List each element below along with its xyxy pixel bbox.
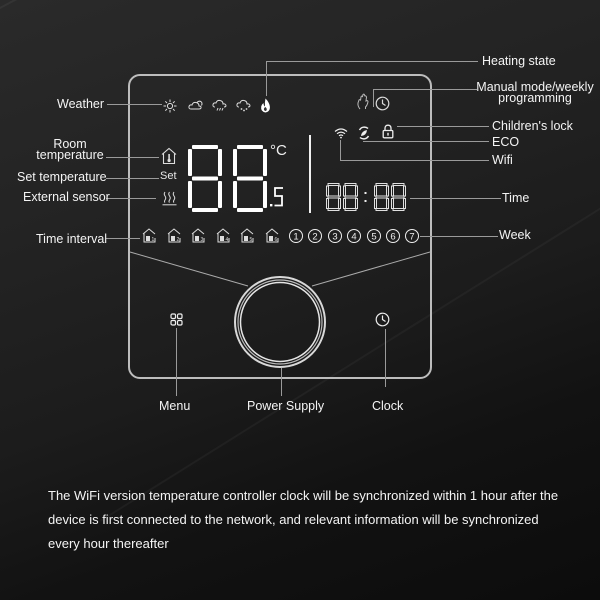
time-interval-icon: 2 <box>167 228 180 243</box>
set-temp-leader-line <box>106 178 159 179</box>
label-external-sensor: External sensor <box>23 190 110 204</box>
manual-leader-line <box>373 89 374 107</box>
week-day-5: 5 <box>366 229 381 243</box>
week-day-2: 2 <box>308 229 323 243</box>
wifi-leader-line <box>340 160 489 161</box>
week-day-6: 6 <box>386 229 400 243</box>
flame-icon <box>261 98 270 113</box>
rain-icon <box>212 99 227 111</box>
snow-icon <box>236 99 251 112</box>
week-day-4: 4 <box>347 229 362 243</box>
manual-leader-line <box>373 89 477 90</box>
label-wifi: Wifi <box>492 153 513 167</box>
lock-leader-line <box>397 126 489 127</box>
eco-icon <box>358 126 370 140</box>
svg-text:4: 4 <box>352 231 357 242</box>
wifi-icon <box>334 128 348 139</box>
wifi-leader-line <box>340 140 341 160</box>
label-eco: ECO <box>492 135 520 149</box>
svg-text:6: 6 <box>274 237 277 243</box>
external-sensor-icon <box>162 191 177 206</box>
label-weather: Weather <box>57 97 105 111</box>
label-clock: Clock <box>372 399 404 413</box>
week-day-1: 1 <box>289 229 303 243</box>
sun-icon <box>163 99 177 113</box>
ext-sensor-leader-line <box>106 198 156 199</box>
temperature-display <box>188 145 267 212</box>
svg-text:2: 2 <box>313 231 318 242</box>
clock-leader-line <box>385 329 386 387</box>
time-interval-icon: 1 <box>142 228 156 243</box>
time-interval-icon: 6 <box>265 228 278 243</box>
menu-leader-line <box>176 328 177 396</box>
clock-weekly-icon <box>375 96 390 111</box>
clock-icon[interactable] <box>375 312 390 327</box>
hand-icon <box>357 93 369 110</box>
svg-text:5: 5 <box>371 231 376 242</box>
svg-text:6: 6 <box>390 231 395 242</box>
lock-icon <box>382 124 394 139</box>
temperature-decimal <box>270 187 283 207</box>
room-temperature-icon <box>161 147 177 165</box>
svg-text:1: 1 <box>152 237 155 243</box>
svg-text:2: 2 <box>176 237 179 243</box>
svg-text:3: 3 <box>201 237 204 243</box>
label-power-supply: Power Supply <box>247 399 325 413</box>
cloudy-icon <box>188 100 203 110</box>
weather-leader-line <box>107 104 162 105</box>
time-interval-icon: 3 <box>191 228 205 243</box>
week-day-3: 3 <box>327 229 342 243</box>
label-time: Time <box>502 191 530 205</box>
label-room-temperature-line2: temperature <box>36 148 104 162</box>
svg-text:5: 5 <box>250 237 253 243</box>
interval-leader-line <box>106 238 140 239</box>
svg-text:4: 4 <box>225 237 228 243</box>
time-leader-line <box>410 198 501 199</box>
set-indicator: Set <box>160 170 177 182</box>
time-interval-icon: 4 <box>216 228 229 243</box>
label-room-temperature: Room temperature <box>32 138 108 162</box>
menu-icon[interactable] <box>170 313 183 326</box>
svg-text:3: 3 <box>332 231 337 242</box>
label-set-temperature: Set temperature <box>17 170 107 184</box>
room-temp-leader-line <box>106 157 159 158</box>
heating-leader-line <box>266 61 478 62</box>
time-display <box>326 183 406 211</box>
power-leader-line <box>281 368 282 396</box>
power-knob[interactable] <box>230 272 330 372</box>
temperature-unit: °C <box>270 142 287 159</box>
label-heating-state: Heating state <box>482 54 556 68</box>
label-week: Week <box>499 228 531 242</box>
svg-text:7: 7 <box>410 231 415 242</box>
label-manual-mode-line2: programming <box>498 91 572 105</box>
description-text: The WiFi version temperature controller … <box>48 488 559 551</box>
eco-leader-line <box>363 141 489 142</box>
display-separator <box>309 135 311 213</box>
time-interval-icon: 5 <box>240 228 254 243</box>
week-day-7: 7 <box>405 229 420 243</box>
label-time-interval: Time interval <box>36 232 108 246</box>
label-menu: Menu <box>159 399 191 413</box>
label-childrens-lock: Children's lock <box>492 119 573 133</box>
svg-text:1: 1 <box>293 231 298 242</box>
background-sheen <box>0 0 600 62</box>
label-manual-mode: Manual mode/weekly programming <box>476 81 594 105</box>
week-leader-line <box>420 236 498 237</box>
heating-leader-line <box>266 61 267 96</box>
